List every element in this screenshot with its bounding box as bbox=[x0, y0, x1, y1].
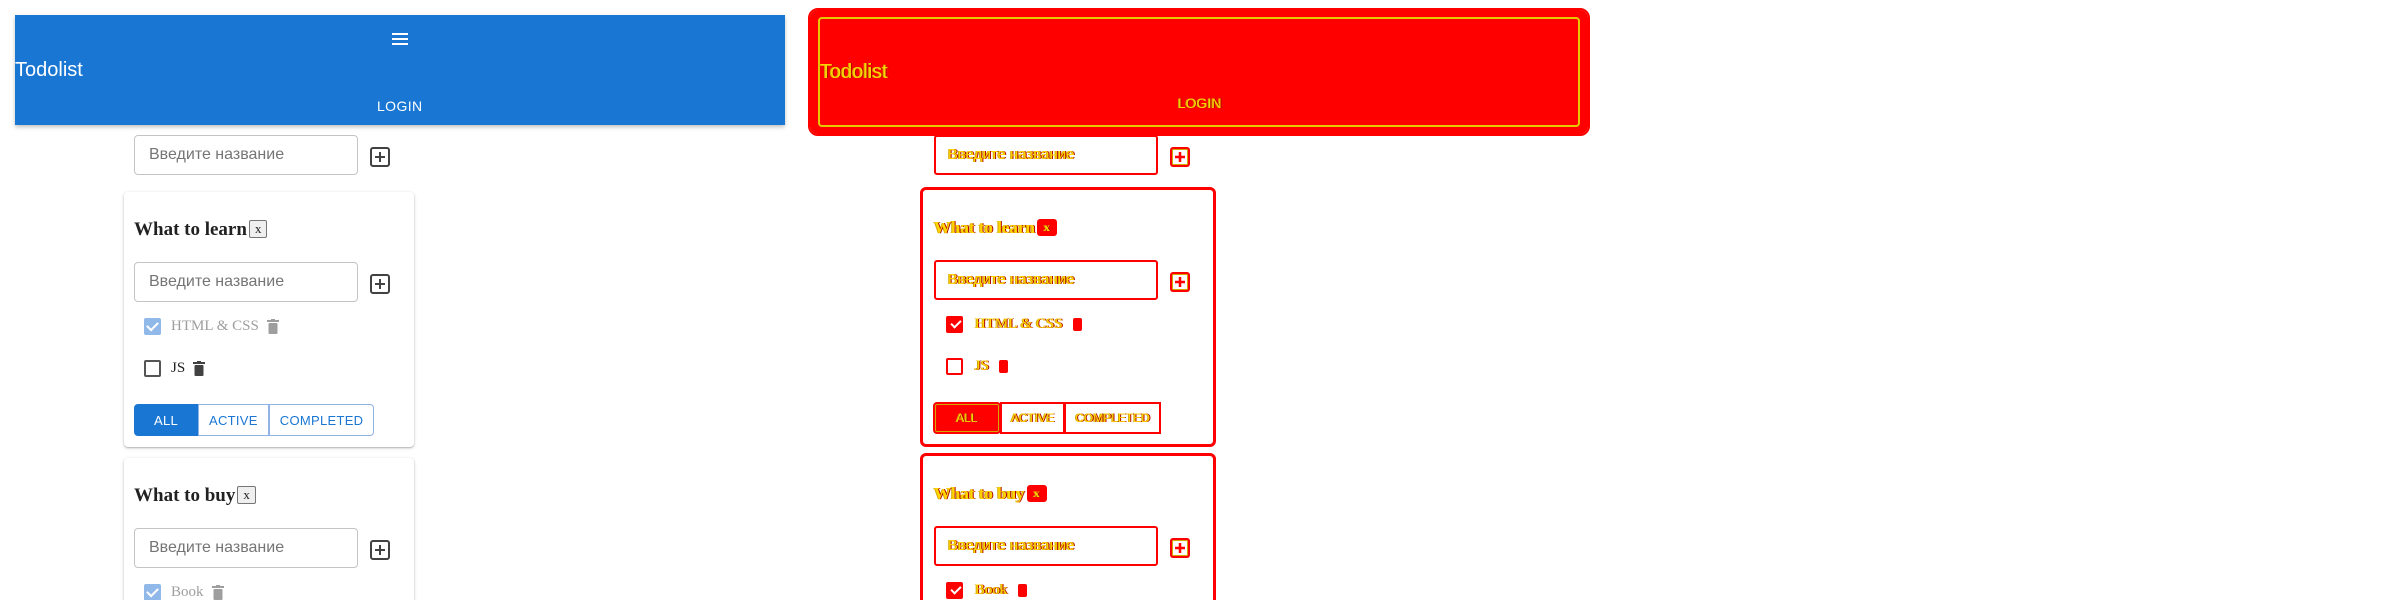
list-title: What to learn x bbox=[134, 219, 268, 241]
add-box-icon[interactable] bbox=[368, 538, 392, 562]
debug-overlay-view: Todolist LOGIN Введите название What to … bbox=[808, 8, 1590, 600]
app-title: Todolist bbox=[820, 61, 888, 83]
task-checkbox[interactable] bbox=[144, 360, 161, 377]
new-task-input[interactable] bbox=[134, 528, 358, 568]
trash-icon[interactable] bbox=[266, 319, 279, 334]
task-title: Book bbox=[975, 582, 1008, 598]
delete-list-button[interactable]: x bbox=[1037, 219, 1058, 236]
list-title: What to learn x bbox=[934, 218, 1058, 238]
list-title-text: What to learn bbox=[134, 219, 247, 240]
task-title: JS bbox=[975, 358, 990, 374]
app-bar: Todolist LOGIN bbox=[15, 15, 785, 125]
task-checkbox[interactable] bbox=[946, 582, 963, 599]
filter-button-group: ALL ACTIVE COMPLETED bbox=[134, 404, 375, 436]
filter-button-group: ALL ACTIVE COMPLETED bbox=[933, 402, 1162, 434]
add-box-icon[interactable] bbox=[1168, 270, 1192, 294]
todolist-card: What to buy x Введите название Book bbox=[920, 453, 1216, 600]
trash-icon[interactable] bbox=[999, 360, 1009, 373]
task-checkbox[interactable] bbox=[946, 358, 963, 375]
menu-icon[interactable] bbox=[385, 25, 415, 51]
filter-completed-button[interactable]: COMPLETED bbox=[268, 404, 375, 436]
todolist-card: What to buyx Book bbox=[124, 458, 414, 600]
task-checkbox[interactable] bbox=[144, 318, 161, 335]
filter-active-button[interactable]: ACTIVE bbox=[1000, 402, 1066, 434]
task-title: HTML & CSS bbox=[975, 316, 1063, 332]
todolist-card: What to learnx HTML & CSS JS ALL ACTIVE bbox=[124, 192, 414, 447]
new-task-input[interactable]: Введите название bbox=[934, 260, 1158, 300]
delete-list-button[interactable]: x bbox=[237, 486, 256, 504]
task-item: Book bbox=[144, 584, 224, 600]
task-title: JS bbox=[171, 360, 186, 376]
add-box-icon[interactable] bbox=[1168, 145, 1192, 169]
list-title: What to buy x bbox=[934, 484, 1047, 504]
filter-completed-button[interactable]: COMPLETED bbox=[1064, 402, 1162, 434]
task-item: JS bbox=[144, 360, 206, 377]
delete-list-button[interactable]: x bbox=[1026, 485, 1047, 502]
task-checkbox[interactable] bbox=[144, 584, 161, 600]
filter-all-button[interactable]: ALL bbox=[933, 402, 1001, 434]
new-list-input[interactable]: Введите название bbox=[934, 135, 1158, 175]
app-title: Todolist bbox=[15, 59, 83, 81]
new-task-input[interactable] bbox=[134, 262, 358, 302]
trash-icon[interactable] bbox=[1072, 318, 1082, 331]
task-title: Book bbox=[171, 584, 204, 600]
add-box-icon[interactable] bbox=[1168, 536, 1192, 560]
login-button[interactable]: LOGIN bbox=[377, 98, 423, 114]
todolist-card: What to learn x Введите название HTML & C… bbox=[920, 187, 1216, 447]
add-box-icon[interactable] bbox=[368, 145, 392, 169]
filter-all-button[interactable]: ALL bbox=[134, 404, 198, 436]
task-title: HTML & CSS bbox=[171, 318, 259, 334]
list-title-text: What to buy bbox=[934, 484, 1025, 503]
filter-active-button[interactable]: ACTIVE bbox=[198, 404, 269, 436]
app-bar: Todolist LOGIN bbox=[808, 8, 1590, 136]
delete-list-button[interactable]: x bbox=[248, 220, 268, 238]
add-box-icon[interactable] bbox=[368, 272, 392, 296]
list-title-text: What to buy bbox=[134, 485, 236, 506]
new-list-input[interactable] bbox=[134, 135, 358, 175]
trash-icon[interactable] bbox=[193, 361, 206, 376]
task-item: HTML & CSS bbox=[144, 318, 279, 335]
trash-icon[interactable] bbox=[1017, 584, 1027, 597]
task-item: JS bbox=[946, 358, 1009, 375]
list-title: What to buy x bbox=[134, 485, 256, 507]
new-task-input[interactable]: Введите название bbox=[934, 526, 1158, 566]
trash-icon[interactable] bbox=[211, 585, 224, 600]
task-item: HTML & CSS bbox=[946, 316, 1082, 333]
login-button[interactable]: LOGIN bbox=[1178, 95, 1222, 111]
task-item: Book bbox=[946, 582, 1027, 599]
task-checkbox[interactable] bbox=[946, 316, 963, 333]
list-title-text: What to learn bbox=[934, 218, 1036, 237]
